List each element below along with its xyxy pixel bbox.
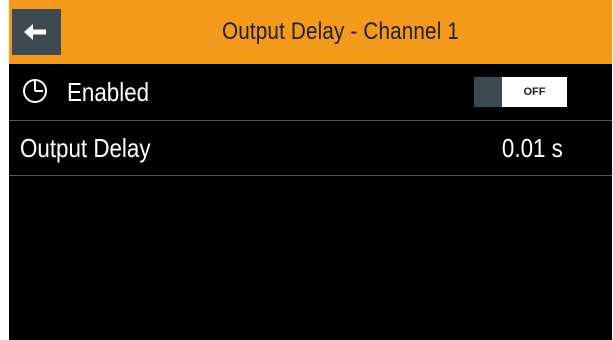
enabled-toggle[interactable]: OFF <box>474 77 567 107</box>
page-title: Output Delay - Channel 1 <box>221 18 460 45</box>
output-delay-value: 0.01 s <box>502 133 563 163</box>
title-bar: Output Delay - Channel 1 <box>9 0 612 64</box>
toggle-knob <box>474 77 502 107</box>
back-button[interactable] <box>12 9 61 55</box>
toggle-state-text: OFF <box>523 86 546 98</box>
device-screen: Output Delay - Channel 1 Enabled OFF Out… <box>9 0 612 340</box>
arrow-left-icon <box>24 24 46 40</box>
output-delay-label: Output Delay <box>20 133 151 163</box>
enabled-row: Enabled OFF <box>9 64 612 121</box>
output-delay-row[interactable]: Output Delay 0.01 s <box>9 121 612 176</box>
clock-icon <box>23 79 47 103</box>
enabled-label: Enabled <box>67 77 150 107</box>
